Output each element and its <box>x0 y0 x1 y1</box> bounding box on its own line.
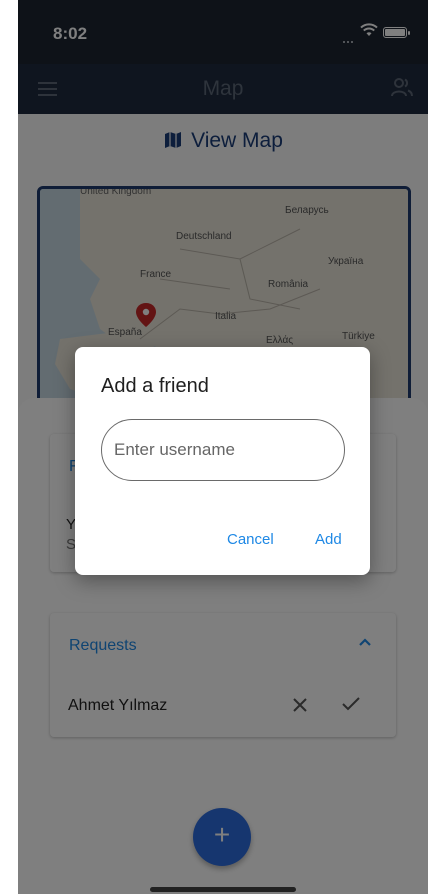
dialog-title: Add a friend <box>101 375 209 397</box>
username-input[interactable] <box>101 419 345 481</box>
home-indicator <box>150 887 296 892</box>
cancel-button[interactable]: Cancel <box>227 531 274 548</box>
add-friend-dialog: Add a friend Cancel Add <box>75 347 370 575</box>
add-button[interactable]: Add <box>315 531 342 548</box>
phone-screen: 8:02 Map View Map <box>18 0 428 894</box>
